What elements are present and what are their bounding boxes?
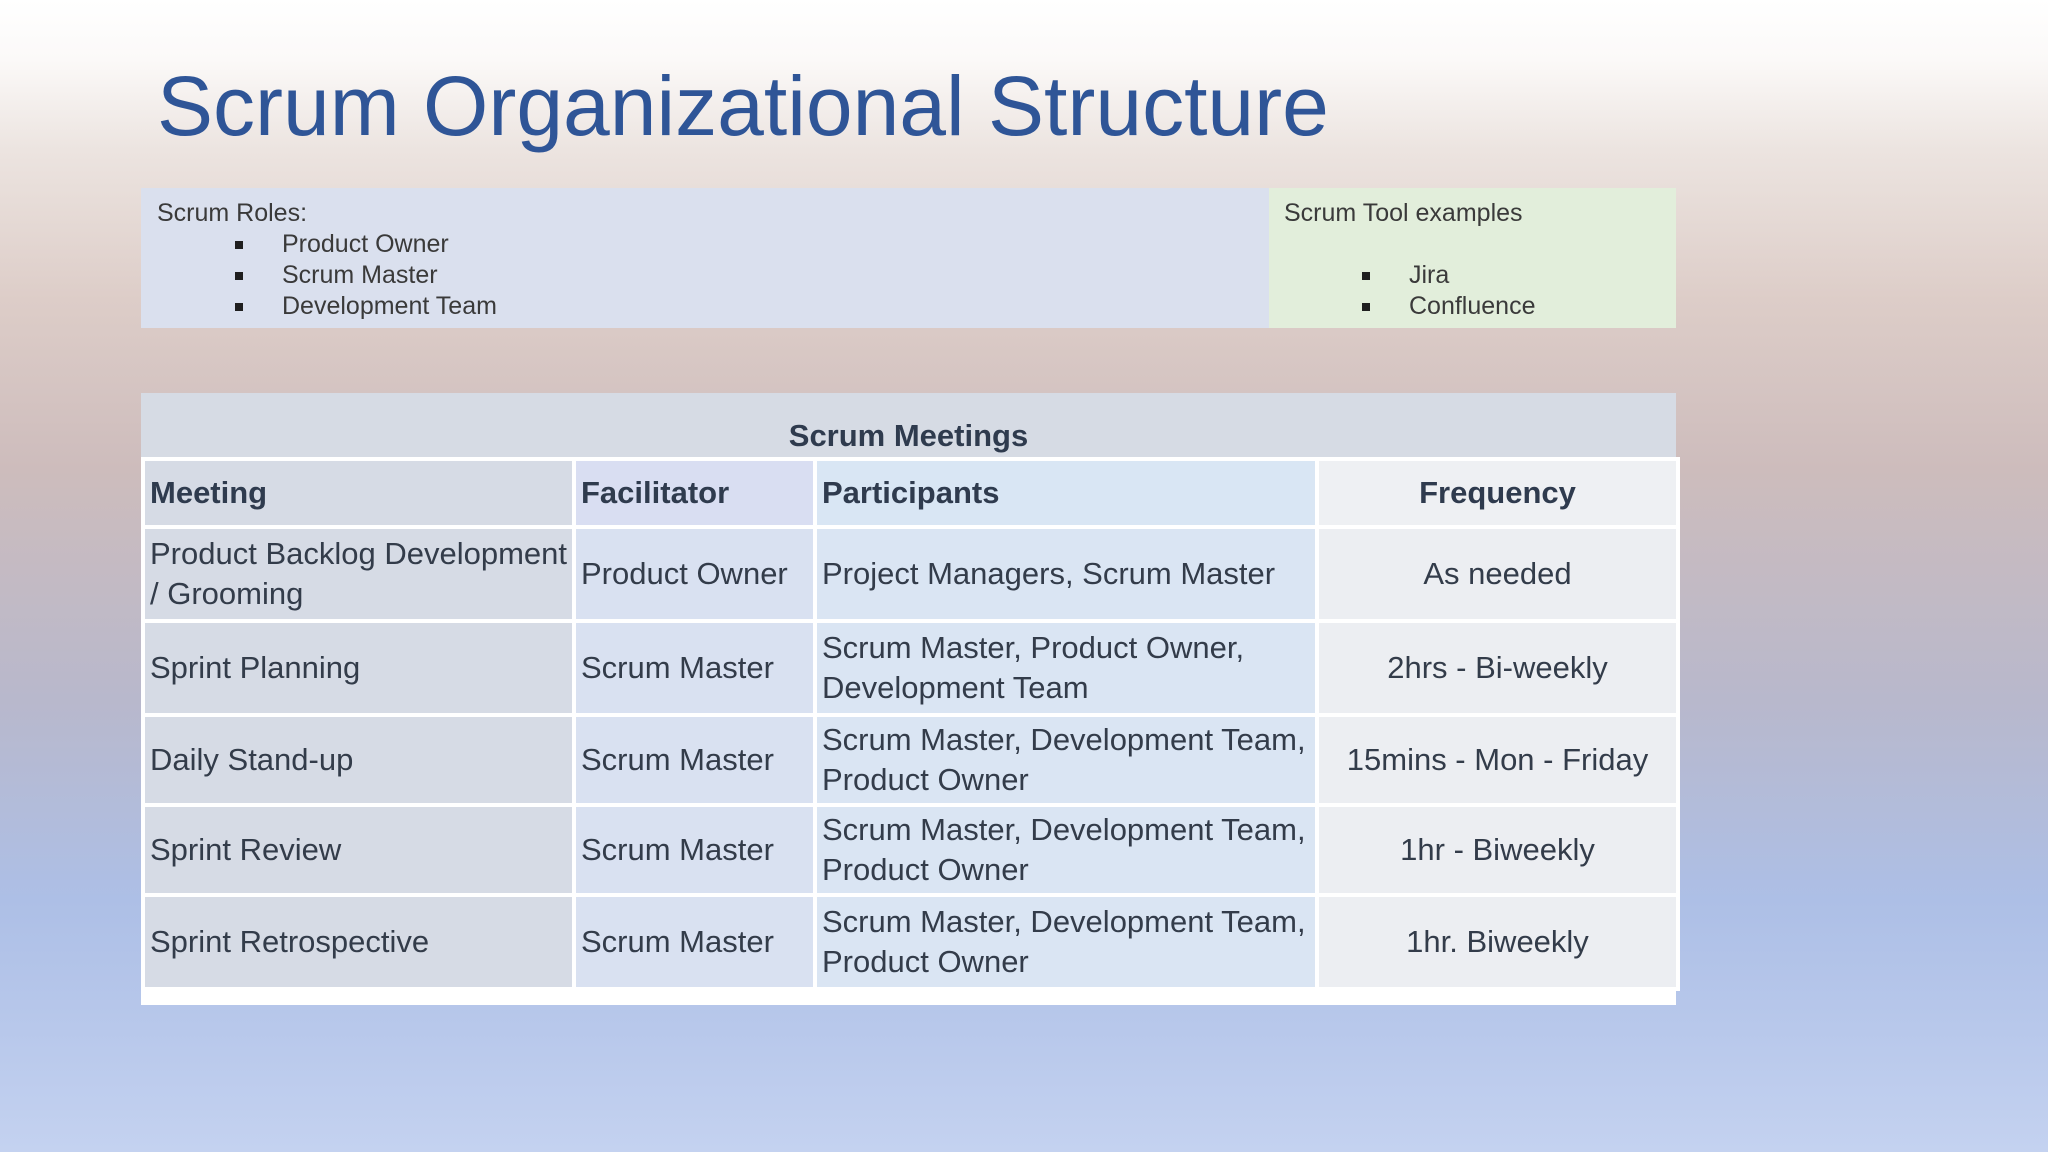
- scrum-roles-list: Product Owner Scrum Master Development T…: [157, 229, 1253, 322]
- participants-cell: Project Managers, Scrum Master: [813, 525, 1319, 623]
- table-header-row: Meeting Facilitator Participants Frequen…: [141, 457, 1680, 529]
- meeting-cell: Daily Stand-up: [141, 713, 576, 807]
- meeting-cell: Sprint Review: [141, 803, 576, 897]
- list-item: Scrum Master: [157, 260, 1253, 291]
- column-header-frequency: Frequency: [1315, 457, 1680, 529]
- facilitator-cell: Scrum Master: [572, 713, 817, 807]
- square-bullet-icon: [235, 272, 243, 280]
- facilitator-cell: Product Owner: [572, 525, 817, 623]
- column-header-meeting: Meeting: [141, 457, 576, 529]
- participants-cell: Scrum Master, Development Team, Product …: [813, 713, 1319, 807]
- role-label: Scrum Master: [282, 261, 438, 289]
- scrum-tools-box: Scrum Tool examples Jira Confluence: [1269, 188, 1676, 328]
- list-item: Jira: [1284, 260, 1661, 291]
- square-bullet-icon: [1362, 303, 1370, 311]
- frequency-cell: As needed: [1315, 525, 1680, 623]
- slide-title: Scrum Organizational Structure: [157, 59, 1329, 153]
- facilitator-cell: Scrum Master: [572, 803, 817, 897]
- scrum-meetings-table-container: Scrum Meetings Meeting Facilitator Parti…: [141, 393, 1680, 1005]
- column-header-participants: Participants: [813, 457, 1319, 529]
- participants-cell: Scrum Master, Product Owner, Development…: [813, 619, 1319, 717]
- facilitator-cell: Scrum Master: [572, 619, 817, 717]
- meeting-cell: Product Backlog Development / Grooming: [141, 525, 576, 623]
- tool-label: Jira: [1409, 261, 1450, 289]
- frequency-cell: 1hr - Biweekly: [1315, 803, 1680, 897]
- table-caption: Scrum Meetings: [141, 393, 1676, 457]
- frequency-cell: 2hrs - Bi-weekly: [1315, 619, 1680, 717]
- frequency-cell: 1hr. Biweekly: [1315, 893, 1680, 991]
- square-bullet-icon: [235, 303, 243, 311]
- table-row: Sprint Review Scrum Master Scrum Master,…: [141, 803, 1680, 897]
- scrum-tools-list: Jira Confluence: [1284, 260, 1661, 322]
- scrum-roles-heading: Scrum Roles:: [157, 199, 308, 227]
- table-row: Sprint Planning Scrum Master Scrum Maste…: [141, 619, 1680, 717]
- table-row: Sprint Retrospective Scrum Master Scrum …: [141, 893, 1680, 991]
- column-header-facilitator: Facilitator: [572, 457, 817, 529]
- meeting-cell: Sprint Retrospective: [141, 893, 576, 991]
- participants-cell: Scrum Master, Development Team, Product …: [813, 803, 1319, 897]
- meeting-cell: Sprint Planning: [141, 619, 576, 717]
- participants-cell: Scrum Master, Development Team, Product …: [813, 893, 1319, 991]
- scrum-tools-heading: Scrum Tool examples: [1284, 199, 1523, 227]
- facilitator-cell: Scrum Master: [572, 893, 817, 991]
- list-item: Development Team: [157, 291, 1253, 322]
- frequency-cell: 15mins - Mon - Friday: [1315, 713, 1680, 807]
- role-label: Development Team: [282, 292, 497, 320]
- role-label: Product Owner: [282, 230, 449, 258]
- scrum-roles-box: Scrum Roles: Product Owner Scrum Master …: [141, 188, 1269, 328]
- table-row: Product Backlog Development / Grooming P…: [141, 525, 1680, 623]
- list-item: Product Owner: [157, 229, 1253, 260]
- tool-label: Confluence: [1409, 292, 1536, 320]
- square-bullet-icon: [235, 241, 243, 249]
- list-item: Confluence: [1284, 291, 1661, 322]
- table-row: Daily Stand-up Scrum Master Scrum Master…: [141, 713, 1680, 807]
- square-bullet-icon: [1362, 272, 1370, 280]
- scrum-meetings-table: Meeting Facilitator Participants Frequen…: [141, 457, 1680, 991]
